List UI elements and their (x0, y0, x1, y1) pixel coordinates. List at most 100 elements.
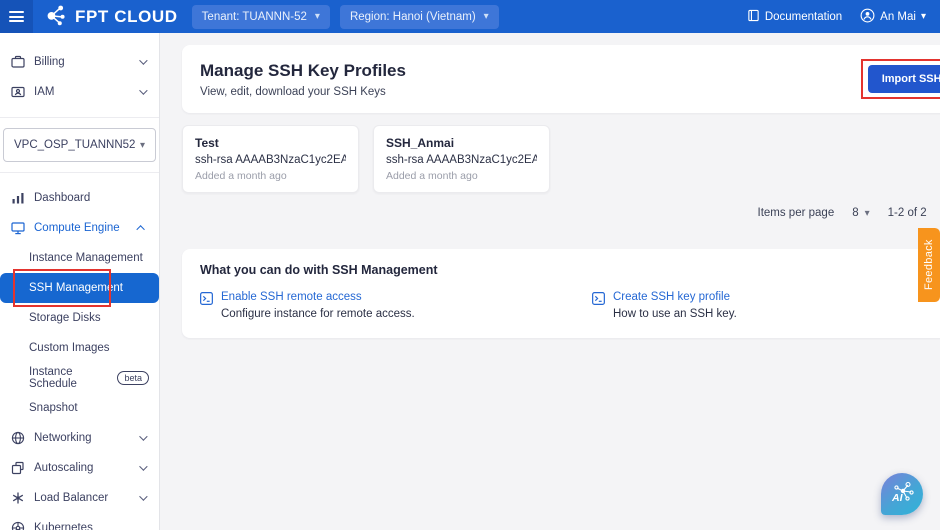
region-label: Region: Hanoi (Vietnam) (350, 11, 476, 23)
enable-ssh-remote-access-link[interactable]: Enable SSH remote access (221, 291, 415, 303)
sidebar-item-kubernetes[interactable]: Kubernetes (0, 513, 159, 530)
items-per-page-label: Items per page (758, 207, 835, 219)
chevron-down-icon (139, 492, 147, 500)
sidebar-item-label: Custom Images (29, 342, 149, 354)
ssh-key-value: ssh-rsa AAAAB3NzaC1yc2EAAAADAQ (386, 154, 537, 166)
fpt-cloud-logo-icon (45, 2, 69, 31)
chevron-down-icon (139, 56, 147, 64)
help-link-item: Create SSH key profile How to use an SSH… (592, 291, 940, 320)
documentation-link[interactable]: Documentation (747, 9, 842, 25)
vpc-selector-value: VPC_OSP_TUANNN52 (14, 139, 140, 151)
user-avatar-icon (860, 8, 875, 26)
sidebar-item-compute-engine[interactable]: Compute Engine (0, 213, 159, 243)
import-ssh-key-button[interactable]: Import SSH key (868, 65, 940, 93)
sidebar-item-iam[interactable]: IAM (0, 77, 159, 107)
sidebar-item-storage-disks[interactable]: Storage Disks (0, 303, 159, 333)
caret-down-icon: ▾ (315, 11, 320, 22)
ssh-key-name: SSH_Anmai (386, 136, 537, 150)
networking-icon (10, 431, 25, 446)
sidebar-item-load-balancer[interactable]: Load Balancer (0, 483, 159, 513)
sidebar: Billing IAM VPC_OSP_TUANNN52 ▾ Dashboard (0, 33, 160, 530)
sidebar-item-label: Kubernetes (34, 522, 149, 530)
iam-icon (10, 85, 25, 100)
chevron-down-icon (139, 86, 147, 94)
sidebar-item-label: Storage Disks (29, 312, 149, 324)
caret-down-icon: ▾ (865, 208, 870, 219)
sidebar-item-instance-schedule[interactable]: Instance Schedule beta (0, 363, 159, 393)
pagination: Items per page 8 ▾ 1-2 of 2 ‹ › (182, 193, 940, 233)
sidebar-item-label: Billing (34, 56, 139, 68)
create-ssh-key-profile-link[interactable]: Create SSH key profile (613, 291, 737, 303)
user-menu[interactable]: An Mai ▾ (860, 8, 926, 26)
help-link-description: Configure instance for remote access. (221, 308, 415, 320)
ai-molecule-icon: AI (888, 478, 916, 511)
hamburger-menu-button[interactable] (0, 0, 33, 33)
book-icon (747, 9, 760, 25)
sidebar-item-snapshot[interactable]: Snapshot (0, 393, 159, 423)
sidebar-item-label: Networking (34, 432, 139, 444)
sidebar-item-label: Load Balancer (34, 492, 139, 504)
ssh-key-list: Test ssh-rsa AAAAB3NzaC1yc2EAAAADAQ Adde… (182, 125, 940, 193)
ssh-key-card[interactable]: SSH_Anmai ssh-rsa AAAAB3NzaC1yc2EAAAADAQ… (373, 125, 550, 193)
sidebar-item-autoscaling[interactable]: Autoscaling (0, 453, 159, 483)
help-panel-title: What you can do with SSH Management (200, 263, 940, 277)
caret-down-icon: ▾ (484, 11, 489, 22)
ssh-key-card[interactable]: Test ssh-rsa AAAAB3NzaC1yc2EAAAADAQ Adde… (182, 125, 359, 193)
help-link-description: How to use an SSH key. (613, 308, 737, 320)
caret-down-icon: ▾ (921, 11, 926, 22)
region-dropdown[interactable]: Region: Hanoi (Vietnam) ▾ (340, 5, 499, 29)
sidebar-item-ssh-management[interactable]: SSH Management (0, 273, 159, 303)
ssh-key-name: Test (195, 136, 346, 150)
tenant-dropdown[interactable]: Tenant: TUANNN-52 ▾ (192, 5, 330, 29)
svg-text:AI: AI (891, 492, 904, 504)
dashboard-icon (10, 191, 25, 206)
main-content: Manage SSH Key Profiles View, edit, down… (160, 33, 940, 530)
compute-engine-icon (10, 221, 25, 236)
sidebar-item-label: SSH Management (29, 282, 149, 294)
sidebar-item-dashboard[interactable]: Dashboard (0, 183, 159, 213)
chevron-down-icon (139, 462, 147, 470)
autoscaling-icon (10, 461, 25, 476)
documentation-label: Documentation (765, 11, 842, 23)
beta-badge: beta (117, 371, 149, 385)
vpc-selector[interactable]: VPC_OSP_TUANNN52 ▾ (3, 128, 156, 162)
page-header-card: Manage SSH Key Profiles View, edit, down… (182, 45, 940, 113)
sidebar-item-billing[interactable]: Billing (0, 47, 159, 77)
top-header: FPT CLOUD Tenant: TUANNN-52 ▾ Region: Ha… (0, 0, 940, 33)
tenant-label: Tenant: TUANNN-52 (202, 11, 307, 23)
terminal-icon (200, 292, 213, 320)
sidebar-item-label: Instance Management (29, 252, 149, 264)
brand-logo[interactable]: FPT CLOUD (45, 2, 178, 31)
caret-down-icon: ▾ (140, 140, 145, 151)
billing-icon (10, 55, 25, 70)
ssh-key-added: Added a month ago (386, 170, 537, 182)
ssh-key-added: Added a month ago (195, 170, 346, 182)
help-link-item: Enable SSH remote access Configure insta… (200, 291, 592, 320)
help-panel: What you can do with SSH Management Enab… (182, 249, 940, 338)
sidebar-item-instance-management[interactable]: Instance Management (0, 243, 159, 273)
items-per-page-select[interactable]: 8 ▾ (852, 207, 869, 219)
annotation-red-box-import-button: Import SSH key (861, 59, 940, 99)
user-name: An Mai (880, 11, 916, 23)
chevron-down-icon (139, 432, 147, 440)
feedback-tab[interactable]: Feedback (918, 228, 940, 302)
sidebar-item-label: Snapshot (29, 402, 149, 414)
page-title: Manage SSH Key Profiles (200, 61, 406, 81)
sidebar-item-custom-images[interactable]: Custom Images (0, 333, 159, 363)
brand-name: FPT CLOUD (75, 7, 178, 27)
sidebar-item-label: Compute Engine (34, 222, 139, 234)
kubernetes-icon (10, 521, 25, 530)
sidebar-item-label: Dashboard (34, 192, 149, 204)
divider (0, 117, 159, 118)
items-per-page-value: 8 (852, 207, 858, 219)
divider (0, 172, 159, 173)
sidebar-item-label: IAM (34, 86, 139, 98)
ai-assistant-button[interactable]: AI (881, 473, 923, 515)
hamburger-icon (9, 9, 24, 25)
terminal-icon (592, 292, 605, 320)
page-subtitle: View, edit, download your SSH Keys (200, 86, 406, 98)
sidebar-item-networking[interactable]: Networking (0, 423, 159, 453)
ssh-key-value: ssh-rsa AAAAB3NzaC1yc2EAAAADAQ (195, 154, 346, 166)
sidebar-item-label: Autoscaling (34, 462, 139, 474)
load-balancer-icon (10, 491, 25, 506)
